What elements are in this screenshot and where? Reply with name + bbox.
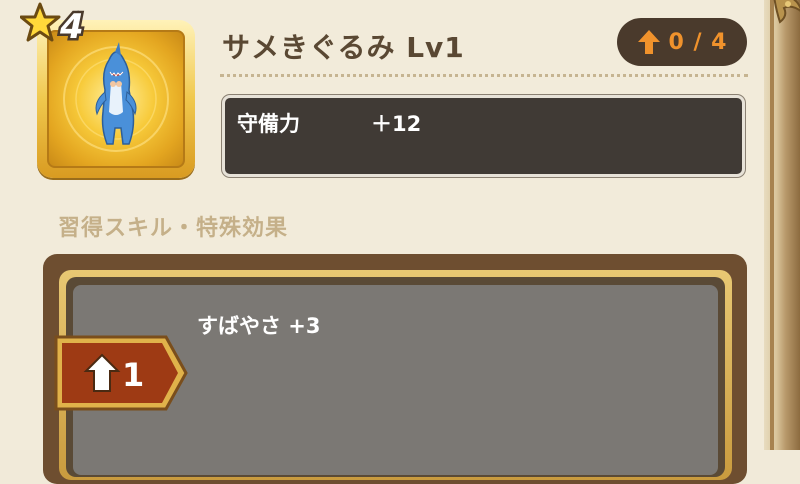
upgrade-count: 0 / 4 [668,29,728,55]
stat-box: 守備力 ＋12 [222,95,745,177]
item-name: サメきぐるみ Lv1 [222,31,465,64]
star-rank-badge: 4 [20,2,86,50]
upgrade-count-badge: 0 / 4 [617,18,747,66]
corner-ornament-icon [773,0,800,24]
skill-unlock-level: 1 [122,356,145,394]
star-icon [20,2,61,42]
item-icon-background [47,30,185,168]
skill-unlock-level-tag [54,335,188,411]
title-divider [220,74,748,77]
star-rank-number: 4 [59,7,84,47]
stat-value-defense: ＋12 [371,112,422,136]
skill-entry-text: すばやさ +3 [197,314,321,338]
shark-costume-icon [63,42,169,152]
stat-label-defense: 守備力 [237,112,300,136]
up-arrow-icon [637,30,660,54]
section-title-skills: 習得スキル・特殊効果 [58,216,289,241]
panel-border-line [770,0,774,450]
